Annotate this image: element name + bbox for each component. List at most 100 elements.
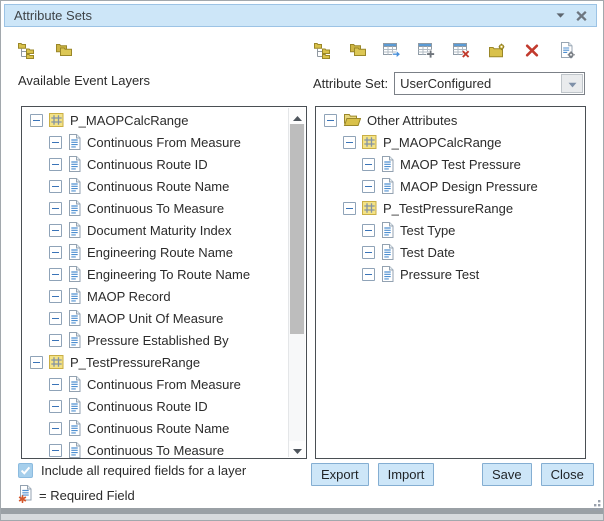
- collapse-expander-icon[interactable]: [49, 224, 62, 237]
- attribute-set-toolbar: [313, 41, 576, 59]
- close-button[interactable]: Close: [541, 463, 594, 486]
- attribute-set-panel: Other Attributes P_MAOPCalcRange: [315, 106, 586, 459]
- titlebar-close-icon[interactable]: [576, 11, 587, 21]
- resize-grip[interactable]: [590, 500, 601, 512]
- collapse-expander-icon[interactable]: [49, 158, 62, 171]
- collapse-expander-icon[interactable]: [49, 334, 62, 347]
- collapse-expander-icon[interactable]: [49, 312, 62, 325]
- field-icon: [68, 332, 81, 348]
- combo-dropdown-button[interactable]: [561, 74, 583, 93]
- scroll-down-icon: [293, 442, 302, 457]
- folder-gear-icon[interactable]: [488, 41, 506, 59]
- tree-row[interactable]: Continuous Route Name: [22, 175, 288, 197]
- collapse-expander-icon[interactable]: [49, 268, 62, 281]
- attribute-set-combobox[interactable]: UserConfigured: [394, 72, 585, 95]
- tree-node-label: Pressure Established By: [87, 333, 229, 348]
- import-button[interactable]: Import: [378, 463, 435, 486]
- collapse-expander-icon[interactable]: [49, 378, 62, 391]
- field-icon: [68, 288, 81, 304]
- tree-row[interactable]: P_TestPressureRange: [316, 197, 585, 219]
- tree-row[interactable]: Engineering Route Name: [22, 241, 288, 263]
- tree-node-label: Continuous To Measure: [87, 201, 224, 216]
- collapse-expander-icon[interactable]: [362, 224, 375, 237]
- tree-node-label: P_TestPressureRange: [70, 355, 200, 370]
- collapse-expander-icon[interactable]: [343, 202, 356, 215]
- tree-row[interactable]: Test Type: [316, 219, 585, 241]
- tree-row[interactable]: MAOP Unit Of Measure: [22, 307, 288, 329]
- tree-node-label: Continuous Route ID: [87, 157, 208, 172]
- tree-row[interactable]: MAOP Record: [22, 285, 288, 307]
- scrollbar-thumb[interactable]: [290, 124, 304, 334]
- required-field-legend-text: = Required Field: [39, 488, 135, 503]
- collapse-expander-icon[interactable]: [49, 400, 62, 413]
- tree-row[interactable]: Test Date: [316, 241, 585, 263]
- tree-row[interactable]: Continuous To Measure: [22, 197, 288, 219]
- tree-row[interactable]: Continuous To Measure: [22, 439, 288, 459]
- delete-x-icon[interactable]: [523, 41, 541, 59]
- field-icon: [68, 178, 81, 194]
- layer-tree-icon[interactable]: [17, 41, 35, 59]
- table-plus-icon[interactable]: [418, 41, 436, 59]
- folders-icon[interactable]: [54, 41, 72, 59]
- collapse-expander-icon[interactable]: [362, 268, 375, 281]
- collapse-expander-icon[interactable]: [49, 180, 62, 193]
- field-icon: [381, 156, 394, 172]
- tree-row[interactable]: P_MAOPCalcRange: [22, 109, 288, 131]
- attribute-sets-dialog: Attribute Sets: [0, 0, 604, 521]
- collapse-expander-icon[interactable]: [324, 114, 337, 127]
- tree-node-label: Test Type: [400, 223, 455, 238]
- scroll-up-button[interactable]: [289, 108, 305, 124]
- required-field-legend-row: = Required Field: [18, 485, 135, 505]
- attribute-set-value: UserConfigured: [395, 76, 560, 91]
- scroll-down-button[interactable]: [289, 441, 305, 457]
- table-x-icon[interactable]: [453, 41, 471, 59]
- collapse-expander-icon[interactable]: [49, 136, 62, 149]
- tree-row[interactable]: Continuous From Measure: [22, 131, 288, 153]
- collapse-expander-icon[interactable]: [49, 444, 62, 457]
- layer-tree-icon[interactable]: [313, 41, 331, 59]
- tree-node-label: Continuous Route Name: [87, 421, 229, 436]
- tree-row[interactable]: Continuous Route ID: [22, 153, 288, 175]
- tree-node-label: MAOP Record: [87, 289, 171, 304]
- vertical-scrollbar[interactable]: [288, 108, 305, 457]
- tree-row[interactable]: Continuous From Measure: [22, 373, 288, 395]
- tree-row[interactable]: P_MAOPCalcRange: [316, 131, 585, 153]
- tree-row[interactable]: Document Maturity Index: [22, 219, 288, 241]
- tree-row[interactable]: Continuous Route ID: [22, 395, 288, 417]
- tree-node-label: MAOP Design Pressure: [400, 179, 538, 194]
- titlebar[interactable]: Attribute Sets: [4, 4, 597, 27]
- collapse-expander-icon[interactable]: [362, 180, 375, 193]
- tree-row[interactable]: Other Attributes: [316, 109, 585, 131]
- check-icon: [20, 466, 31, 475]
- save-button[interactable]: Save: [482, 463, 532, 486]
- collapse-expander-icon[interactable]: [30, 114, 43, 127]
- field-icon: [68, 420, 81, 436]
- table-arrow-icon[interactable]: [383, 41, 401, 59]
- tree-row[interactable]: MAOP Test Pressure: [316, 153, 585, 175]
- collapse-expander-icon[interactable]: [362, 158, 375, 171]
- collapse-expander-icon[interactable]: [343, 136, 356, 149]
- collapse-expander-icon[interactable]: [362, 246, 375, 259]
- collapse-expander-icon[interactable]: [49, 246, 62, 259]
- tree-row[interactable]: P_TestPressureRange: [22, 351, 288, 373]
- field-icon: [381, 266, 394, 282]
- tree-node-label: Engineering To Route Name: [87, 267, 250, 282]
- save-close-buttons: Save Close: [482, 463, 594, 486]
- folders-icon[interactable]: [348, 41, 366, 59]
- tree-node-label: Pressure Test: [400, 267, 479, 282]
- tree-row[interactable]: MAOP Design Pressure: [316, 175, 585, 197]
- tree-row[interactable]: Engineering To Route Name: [22, 263, 288, 285]
- collapse-expander-icon[interactable]: [49, 290, 62, 303]
- tree-row[interactable]: Pressure Test: [316, 263, 585, 285]
- doc-gear-icon[interactable]: [558, 41, 576, 59]
- tree-node-label: Document Maturity Index: [87, 223, 232, 238]
- collapse-expander-icon[interactable]: [49, 202, 62, 215]
- collapse-expander-icon[interactable]: [30, 356, 43, 369]
- tree-row[interactable]: Pressure Established By: [22, 329, 288, 351]
- export-button[interactable]: Export: [311, 463, 369, 486]
- tree-row[interactable]: Continuous Route Name: [22, 417, 288, 439]
- include-required-fields-checkbox[interactable]: [18, 463, 33, 478]
- titlebar-caret-icon[interactable]: [556, 13, 565, 18]
- field-icon: [68, 398, 81, 414]
- collapse-expander-icon[interactable]: [49, 422, 62, 435]
